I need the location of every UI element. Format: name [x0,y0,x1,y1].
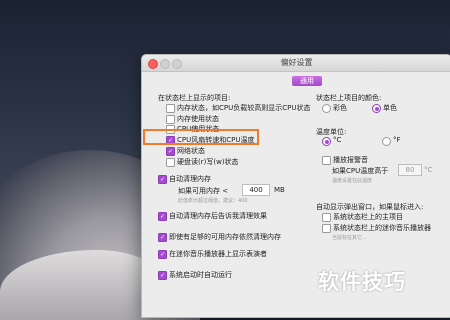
label-memory-usage: 内存使用状态 [177,115,219,123]
checkbox-always-clean[interactable]: ✓ [158,233,167,242]
label-play-alarm: 播放报警音 [333,156,368,164]
highlight-box [143,129,259,145]
tab-general[interactable]: 通用 [292,76,322,86]
available-memory-input[interactable]: 400 [242,184,270,196]
alarm-temperature-input[interactable]: 80 [398,164,422,176]
status-items-section-title: 在状态栏上显示的项目: [158,94,231,102]
label-color-mono: 单色 [383,104,397,112]
label-available-memory: 如果可用内存 < [178,187,229,195]
checkbox-notify-clean-result[interactable]: ✓ [158,212,167,221]
popup-section-title: 自动显示弹出窗口，如果鼠标进入: [316,203,424,211]
checkbox-memory-status[interactable] [166,104,175,113]
checkbox-play-alarm[interactable] [322,156,331,165]
label-always-clean: 即使有足够的可用内存依然清理内存 [169,233,281,241]
radio-fahrenheit[interactable] [382,137,391,146]
temperature-unit-title: 温度单位: [316,128,347,136]
label-fahrenheit: °F [393,136,401,144]
label-alarm-condition: 如果CPU温度高于 [332,167,389,175]
label-notify-clean-result: 自动清理内存后告诉我清理效果 [169,212,267,220]
window-title: 偏好设置 [280,58,313,67]
label-disk-rw: 硬盘读(r)写(w)状态 [177,158,239,166]
checkbox-auto-clean-memory[interactable]: ✓ [158,175,167,184]
label-memory-status: 内存状态，如CPU负载较高则显示CPU状态 [177,104,311,112]
label-color-colorful: 彩色 [333,104,347,112]
watermark-text: 软件技巧 [318,270,406,294]
checkbox-music-player-artist[interactable]: ✓ [158,250,167,259]
checkbox-popup-main-item[interactable] [322,213,331,222]
label-auto-start: 系统启动时自动运行 [169,271,232,279]
checkbox-memory-usage[interactable] [166,115,175,124]
checkbox-network-status[interactable]: ✓ [166,147,175,156]
checkbox-disk-rw[interactable] [166,158,175,167]
available-memory-hint: 此值表示超过阈值，建议：400 [178,198,248,204]
color-section-title: 状态栏上项目的颜色: [316,94,382,102]
label-popup-music-player: 系统状态栏上的迷你音乐播放器 [333,224,431,232]
label-network-status: 网络状态 [177,147,205,155]
label-celsius: °C [333,136,342,144]
popup-hint: 当鼠标在其它... [332,235,367,241]
radio-celsius[interactable] [322,137,331,146]
label-mb-unit: MB [274,186,285,194]
radio-color-colorful[interactable] [322,104,331,113]
label-popup-main-item: 系统状态栏上的主项目 [333,213,403,221]
label-alarm-unit: °C [424,166,433,174]
toolbar: 通用 [142,72,450,86]
checkbox-auto-start[interactable]: ✓ [158,271,167,280]
label-music-player-artist: 在迷你音乐播放器上显示表演者 [169,250,267,258]
title-bar[interactable]: 偏好设置 [142,55,450,72]
checkbox-popup-music-player[interactable] [322,224,331,233]
label-auto-clean-memory: 自动清理内存 [169,175,211,183]
radio-color-mono[interactable] [372,104,381,113]
alarm-hint: 温度设置在此温度 [332,178,373,184]
